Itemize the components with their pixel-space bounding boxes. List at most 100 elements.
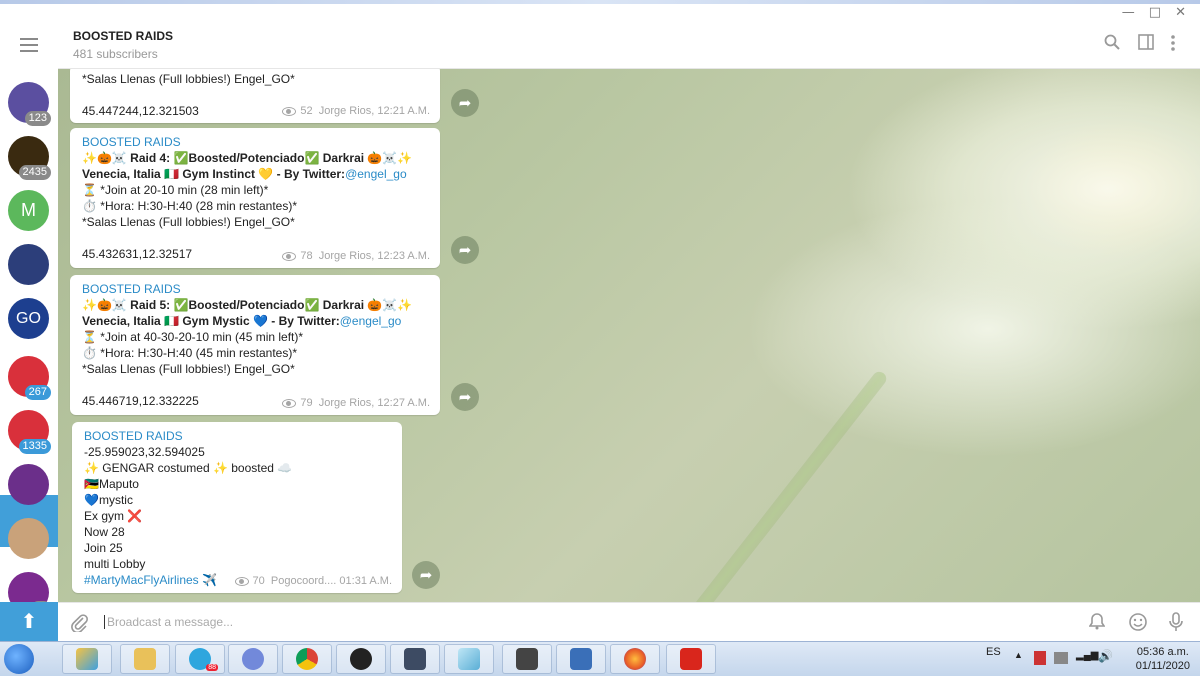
taskbar-monitor[interactable] (502, 644, 552, 674)
message-bubble[interactable]: BOOSTED RAIDS ✨🎃☠️ Raid 5: ✅Boosted/Pote… (70, 275, 440, 415)
monitor-icon (516, 648, 538, 670)
message-sender[interactable]: BOOSTED RAIDS (82, 134, 428, 150)
taskbar-chrome[interactable] (282, 644, 332, 674)
message-text: ⏱️ *Hora: H:30-H:40 (45 min restantes)* (82, 346, 298, 360)
chat-avatar-4[interactable]: GO (8, 298, 49, 339)
avatar (8, 464, 49, 505)
forward-icon[interactable]: ➦ (451, 236, 479, 264)
chat-avatar-2[interactable]: M (8, 190, 49, 231)
author-time: Jorge Rios, 12:21 A.M. (318, 105, 430, 117)
tray-arrow-icon[interactable]: ▲ (1014, 650, 1023, 660)
message-meta: 52 Jorge Rios, 12:21 A.M. (282, 105, 430, 117)
volume-icon[interactable]: 🔊 (1098, 649, 1113, 663)
taskbar-telegram[interactable]: 88 (175, 644, 225, 674)
menu-icon[interactable] (20, 38, 38, 56)
taskbar-discord[interactable] (228, 644, 278, 674)
message-text: ⏱️ *Hora: H:30-H:40 (28 min restantes)* (82, 199, 298, 213)
message-text: ⏳ *Join at 20-10 min (28 min left)* (82, 183, 269, 197)
taskbar-obs[interactable] (336, 644, 386, 674)
message-feed[interactable]: *Salas Llenas (Full lobbies!) Engel_GO* … (58, 69, 1200, 602)
chat-avatar-6[interactable]: 1335 (8, 410, 51, 454)
message-text: 💙mystic (84, 493, 133, 507)
message-text: *Salas Llenas (Full lobbies!) Engel_GO* (82, 72, 295, 86)
message-text (82, 377, 428, 393)
obs-icon (350, 648, 372, 670)
view-count: 52 (300, 105, 313, 117)
windows-taskbar: 88 ES ▲ ▂▄▆ 🔊 05:36 a.m. 01/11/2020 (0, 641, 1200, 676)
message-bubble[interactable]: BOOSTED RAIDS ✨🎃☠️ Raid 4: ✅Boosted/Pote… (70, 128, 440, 268)
raid-location: Venecia, Italia 🇮🇹 Gym Mystic 💙 - By Twi… (82, 313, 428, 329)
view-count: 78 (300, 250, 313, 262)
taskbar-remote[interactable] (556, 644, 606, 674)
message-bubble[interactable]: *Salas Llenas (Full lobbies!) Engel_GO* … (70, 69, 440, 123)
avatar: GO (8, 298, 49, 339)
sidebar-toggle-icon[interactable] (1138, 34, 1154, 50)
message-text: *Salas Llenas (Full lobbies!) Engel_GO* (82, 215, 295, 229)
taskbar-firefox[interactable] (610, 644, 660, 674)
start-button[interactable] (4, 644, 34, 674)
avatar (8, 244, 49, 285)
firefox-icon (624, 648, 646, 670)
message-text: Ex gym ❌ (84, 509, 143, 523)
eye-icon (234, 576, 249, 586)
chat-header: BOOSTED RAIDS 481 subscribers (58, 20, 1200, 69)
message-bubble[interactable]: BOOSTED RAIDS -25.959023,32.594025 ✨ GEN… (72, 422, 402, 593)
taskbar-acrobat[interactable] (666, 644, 716, 674)
channel-title[interactable]: BOOSTED RAIDS (73, 29, 173, 43)
author-time: Pogocoord.... 01:31 A.M. (270, 575, 392, 587)
chat-avatar-1[interactable]: 2435 (8, 136, 51, 180)
network-icon[interactable] (1054, 652, 1068, 664)
window-title-strip (0, 0, 1200, 4)
pdf-icon (680, 648, 702, 670)
hashtag-text[interactable]: #MartyMacFlyAirlines ✈️ (84, 573, 217, 587)
system-clock[interactable]: 05:36 a.m. 01/11/2020 (1136, 645, 1190, 673)
forward-icon[interactable]: ➦ (451, 383, 479, 411)
taskbar-paint[interactable] (62, 644, 112, 674)
subscriber-count: 481 subscribers (73, 47, 158, 61)
taskbar-window[interactable] (444, 644, 494, 674)
language-indicator[interactable]: ES (986, 646, 1001, 658)
chrome-icon (296, 648, 318, 670)
message-text: multi Lobby (84, 557, 146, 571)
tray-app-icon[interactable] (1034, 651, 1046, 665)
taskbar-explorer[interactable] (120, 644, 170, 674)
message-text: ⏳ *Join at 40-30-20-10 min (45 min left)… (82, 330, 304, 344)
broadcast-input[interactable]: Broadcast a message... (104, 615, 233, 629)
coordinates-text: -25.959023,32.594025 (84, 445, 205, 459)
location-text: Venecia, Italia 🇮🇹 Gym Mystic 💙 - By Twi… (82, 314, 340, 328)
paperclip-icon[interactable] (70, 612, 88, 632)
chat-avatar-3[interactable] (8, 244, 49, 285)
scroll-up-button[interactable]: ⬆ (0, 602, 58, 641)
microphone-icon[interactable] (1169, 612, 1183, 632)
chat-list-sidebar: 1232435MGO267133533 ⬆ (0, 20, 59, 641)
forward-icon[interactable]: ➦ (412, 561, 440, 589)
raid-title: ✨🎃☠️ Raid 5: ✅Boosted/Potenciado✅ Darkra… (82, 298, 413, 312)
raid-location: Venecia, Italia 🇮🇹 Gym Instinct 💛 - By T… (82, 166, 428, 182)
message-sender[interactable]: BOOSTED RAIDS (84, 428, 390, 444)
message-text (82, 230, 428, 246)
avatar: M (8, 190, 49, 231)
taskbar-app[interactable] (390, 644, 440, 674)
message-text: 🇲🇿Maputo (84, 477, 139, 491)
emoji-icon[interactable] (1128, 612, 1148, 632)
message-sender[interactable]: BOOSTED RAIDS (82, 281, 428, 297)
paint-icon (76, 648, 98, 670)
bell-icon[interactable] (1089, 612, 1105, 630)
signal-icon[interactable]: ▂▄▆ (1076, 650, 1098, 661)
message-meta: 78 Jorge Rios, 12:23 A.M. (282, 250, 430, 262)
discord-icon (242, 648, 264, 670)
background-flower-stem (656, 369, 890, 602)
message-text: *Salas Llenas (Full lobbies!) Engel_GO* (82, 362, 295, 376)
forward-icon[interactable]: ➦ (451, 89, 479, 117)
chat-avatar-0[interactable]: 123 (8, 82, 51, 126)
twitter-handle-link[interactable]: @engel_go (345, 167, 407, 181)
twitter-handle-link[interactable]: @engel_go (340, 314, 402, 328)
eye-icon (282, 398, 297, 408)
search-icon[interactable] (1104, 34, 1120, 50)
more-options-icon[interactable] (1170, 34, 1176, 52)
chat-avatar-5[interactable]: 267 (8, 356, 51, 400)
chat-avatar-7[interactable] (8, 464, 49, 505)
message-meta: 79 Jorge Rios, 12:27 A.M. (282, 397, 430, 409)
chat-avatar-8[interactable] (8, 518, 49, 559)
author-time: Jorge Rios, 12:27 A.M. (318, 397, 430, 409)
